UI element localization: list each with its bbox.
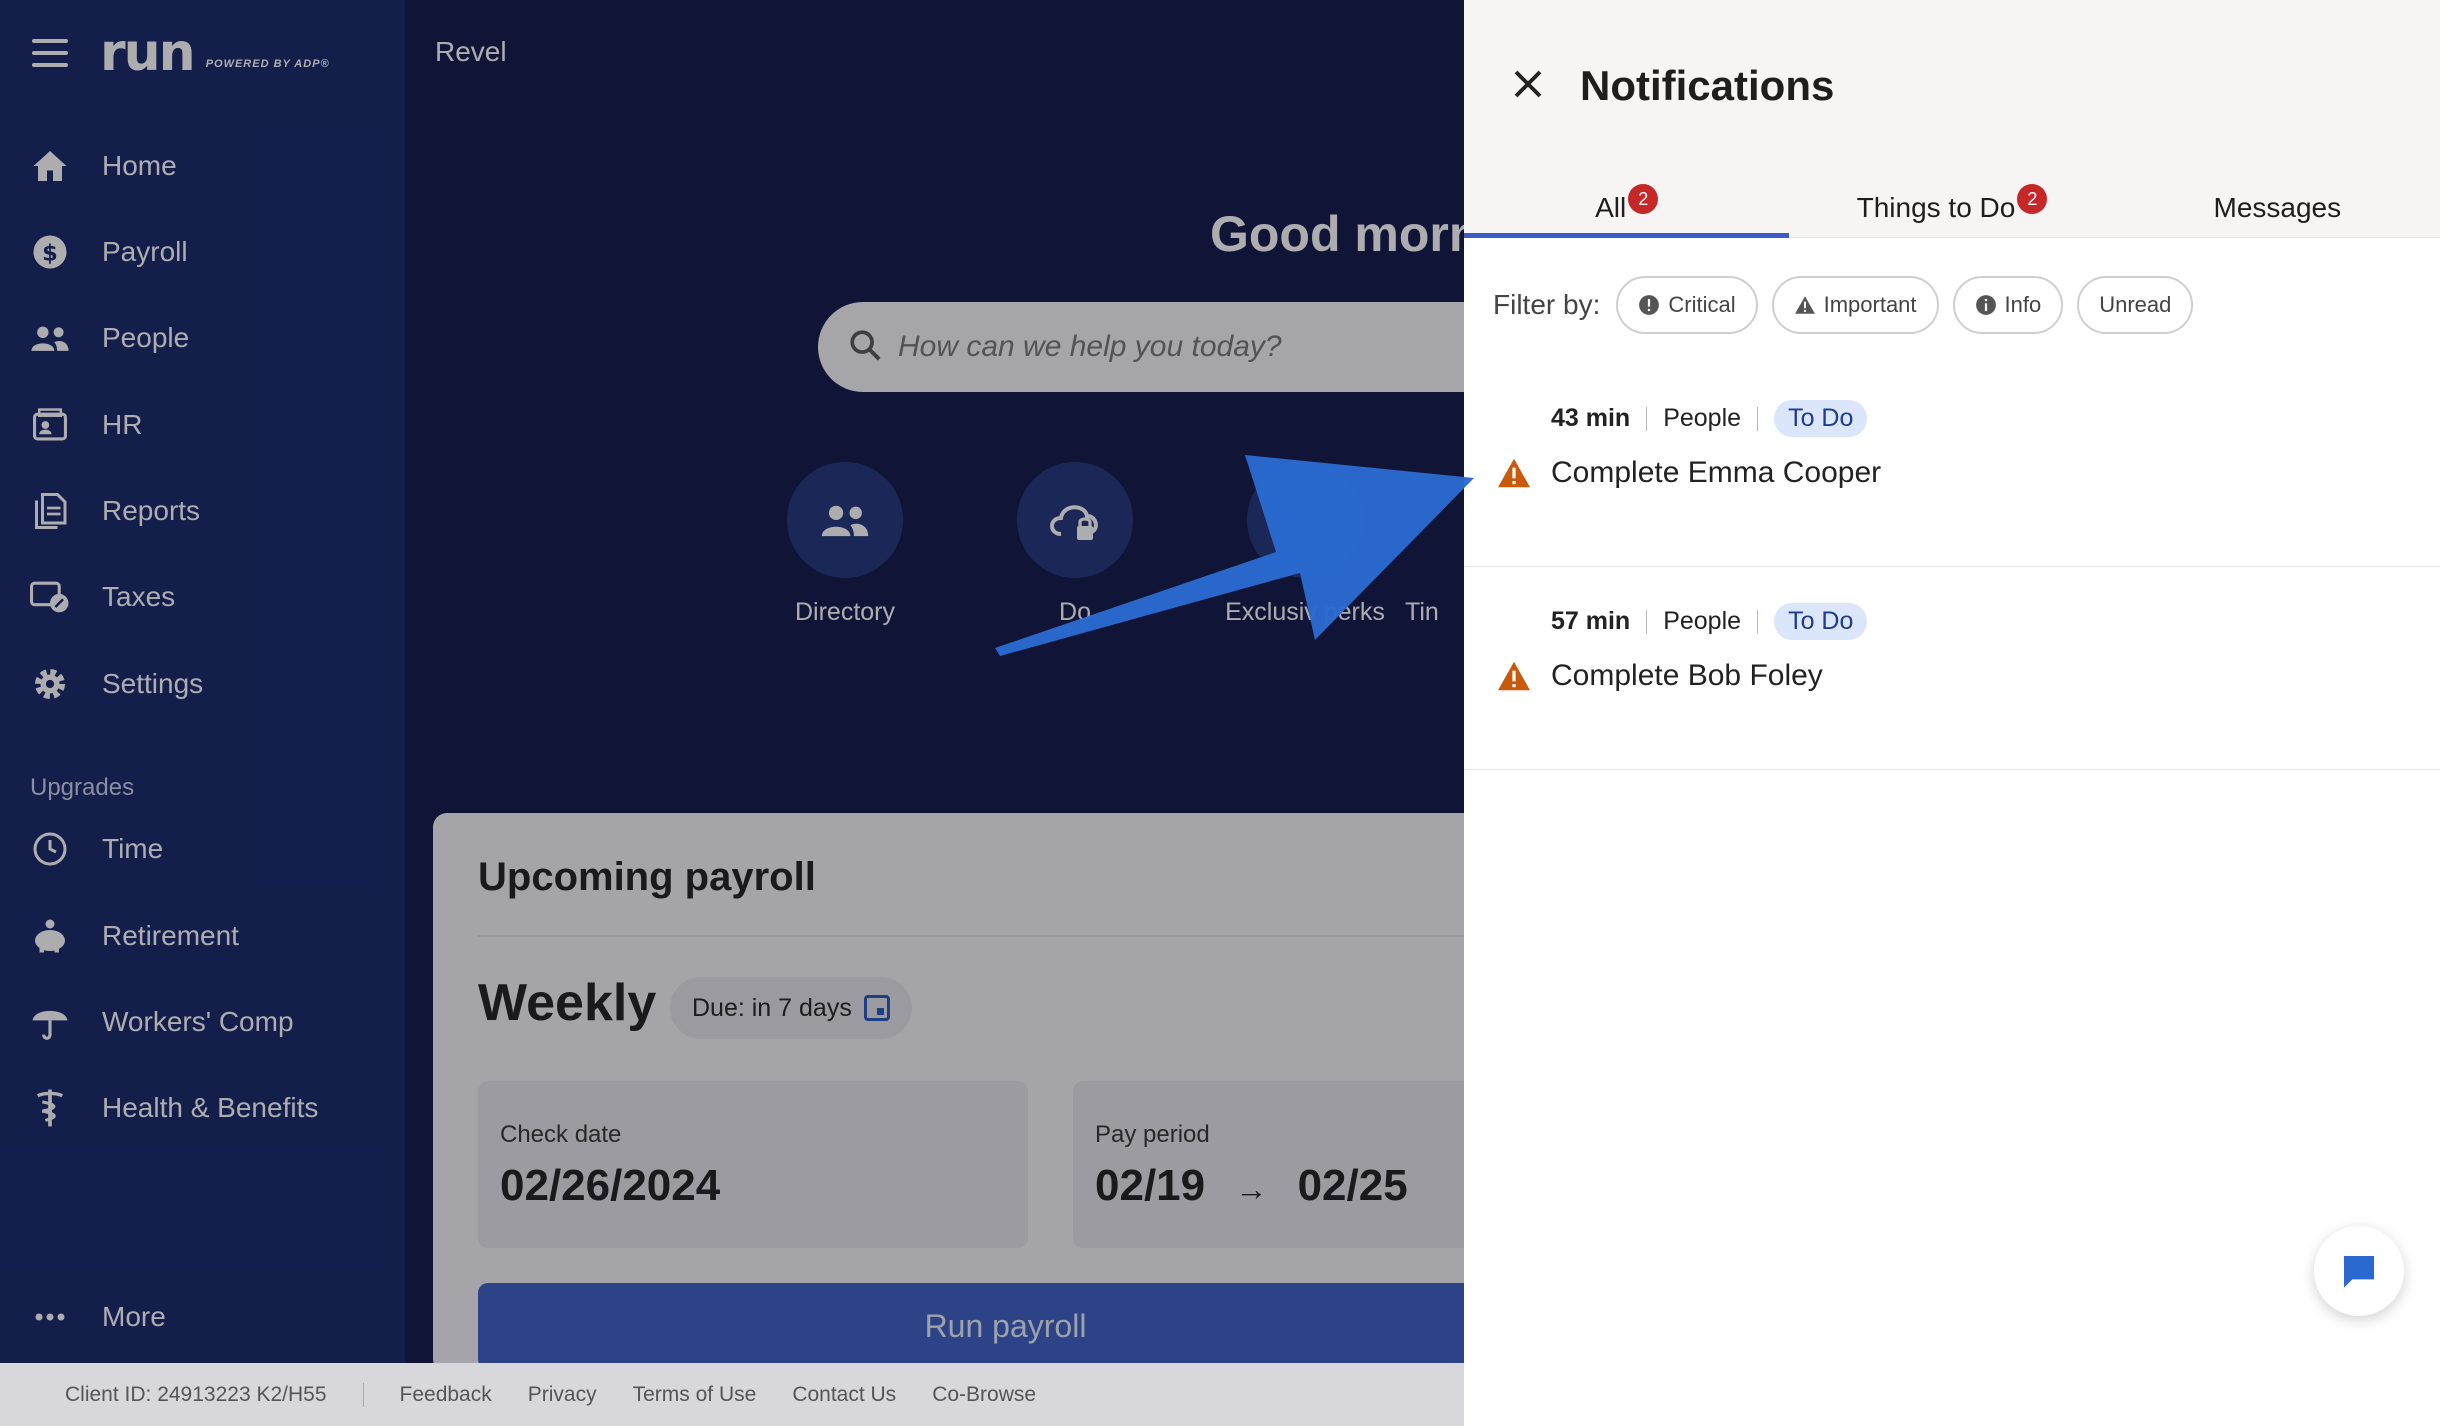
separator (1646, 406, 1648, 431)
footer-link-privacy[interactable]: Privacy (528, 1383, 597, 1407)
separator (1757, 609, 1759, 634)
notification-category: People (1663, 607, 1742, 635)
footer-link-co-browse[interactable]: Co-Browse (932, 1383, 1036, 1407)
notification-message: Complete Bob Foley (1551, 659, 1823, 692)
count-badge: 2 (2017, 184, 2048, 214)
notification-item[interactable]: 57 min People To Do Complete Bob Foley (1464, 567, 2440, 770)
tab-label: Things to Do (1856, 192, 2016, 223)
info-icon (1975, 294, 1997, 316)
close-icon[interactable] (1510, 66, 1546, 102)
notification-time: 43 min (1551, 404, 1631, 432)
notification-tabs: All 2 Things to Do 2 Messages (1464, 180, 2440, 238)
filter-label: Info (2004, 292, 2042, 317)
filter-label: Important (1823, 292, 1917, 317)
chat-bubble-icon (2344, 1256, 2374, 1288)
separator (1757, 406, 1759, 431)
warning-icon (1498, 458, 1530, 488)
notification-meta: 43 min People To Do (1551, 400, 1868, 437)
filter-label: Critical (1668, 292, 1736, 317)
notification-meta: 57 min People To Do (1551, 603, 1868, 640)
filter-critical[interactable]: Critical (1616, 276, 1758, 334)
footer: Client ID: 24913223 K2/H55 Feedback Priv… (0, 1363, 1464, 1426)
critical-icon (1638, 294, 1660, 316)
notification-category: People (1663, 404, 1742, 432)
panel-header: Notifications All 2 Things to Do 2 Message… (1464, 0, 2440, 238)
footer-link-feedback[interactable]: Feedback (400, 1383, 492, 1407)
notification-item[interactable]: 43 min People To Do Complete Emma Cooper (1464, 364, 2440, 567)
warning-icon (1498, 661, 1530, 691)
tab-messages[interactable]: Messages (2115, 180, 2440, 238)
tab-label: All (1595, 192, 1627, 223)
footer-link-terms[interactable]: Terms of Use (633, 1383, 757, 1407)
count-badge: 2 (1628, 184, 1659, 214)
footer-link-contact[interactable]: Contact Us (792, 1383, 896, 1407)
todo-tag: To Do (1774, 400, 1868, 437)
notification-message: Complete Emma Cooper (1551, 456, 1882, 489)
filter-label: Filter by: (1493, 289, 1601, 320)
tab-label: Messages (2213, 192, 2342, 223)
tab-all[interactable]: All 2 (1464, 180, 1790, 238)
filter-info[interactable]: Info (1952, 276, 2064, 334)
filter-label: Unread (2099, 292, 2172, 317)
tab-things-to-do[interactable]: Things to Do 2 (1789, 180, 2114, 238)
warning-icon (1794, 295, 1816, 315)
notifications-panel: Notifications All 2 Things to Do 2 Message… (1464, 0, 2440, 1426)
todo-tag: To Do (1774, 603, 1868, 640)
overlay-dim (0, 0, 1464, 1426)
filter-important[interactable]: Important (1771, 276, 1939, 334)
separator (1646, 609, 1648, 634)
client-id: Client ID: 24913223 K2/H55 (65, 1382, 364, 1407)
filter-unread[interactable]: Unread (2077, 276, 2194, 334)
chat-button[interactable] (2314, 1226, 2404, 1316)
filter-bar: Filter by: Critical Important Info Unrea… (1464, 276, 2207, 334)
panel-title: Notifications (1580, 62, 1835, 109)
notification-time: 57 min (1551, 607, 1631, 635)
